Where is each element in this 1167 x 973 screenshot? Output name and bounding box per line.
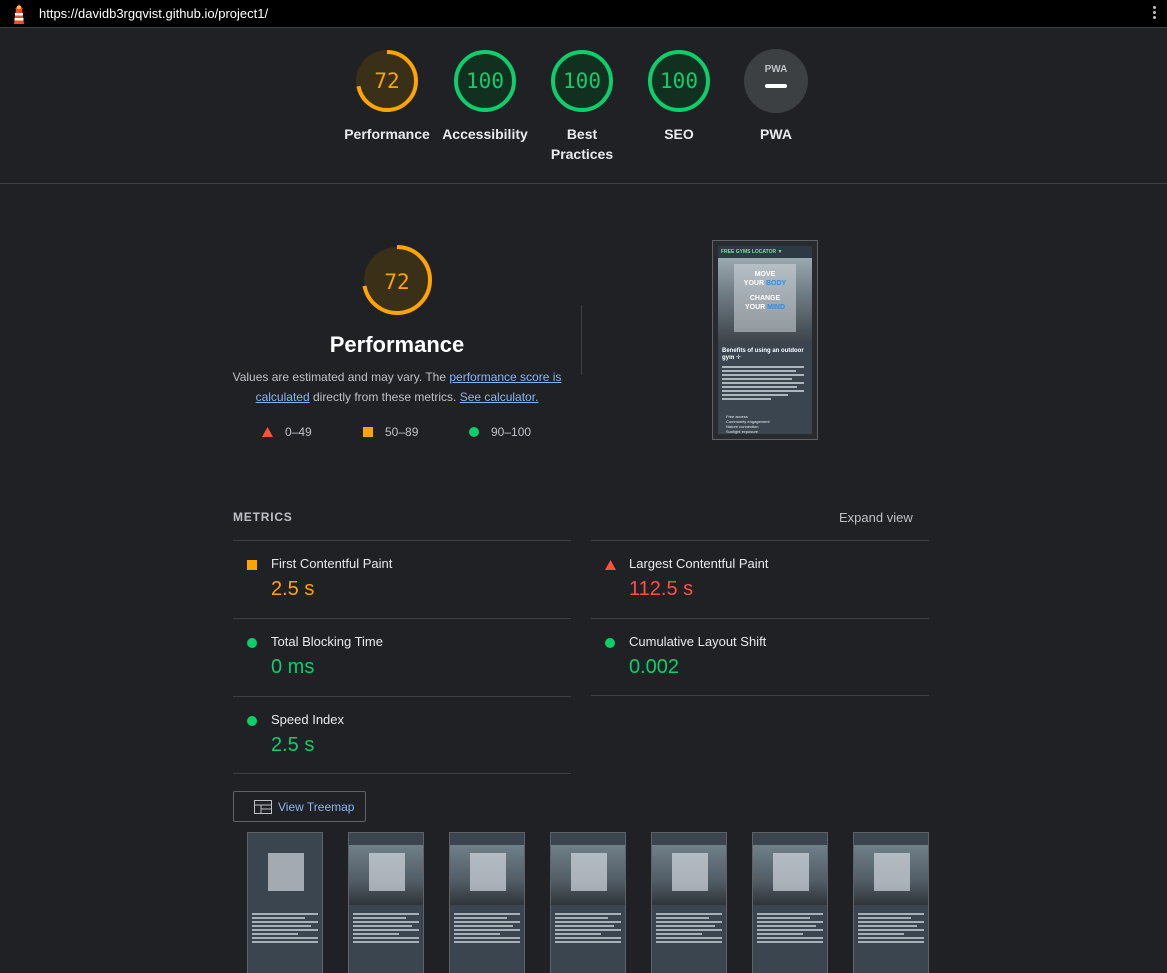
metric-name: Total Blocking Time: [271, 634, 383, 649]
circle-icon: [247, 638, 257, 648]
url-bar: https://davidb3rgqvist.github.io/project…: [0, 0, 1167, 28]
gauge-score: 100: [563, 69, 601, 93]
treemap-icon: [254, 800, 272, 814]
view-treemap-label: View Treemap: [278, 800, 355, 814]
expand-view-toggle[interactable]: Expand view: [839, 510, 913, 525]
more-options-icon[interactable]: [1153, 6, 1157, 22]
screenshot-nav: FREE GYMS LOCATOR ▼: [721, 249, 783, 255]
metric-divider: [233, 773, 571, 774]
circle-icon: [605, 638, 615, 648]
legend-range: 90–100: [491, 425, 532, 439]
gauge-seo[interactable]: 100 SEO: [629, 48, 729, 144]
scores-summary: 72 Performance 100 Accessibility 100 Bes…: [0, 29, 1167, 184]
metric-lcp: Largest Contentful Paint 112.5 s: [591, 540, 929, 618]
legend-average: 50–89: [363, 425, 418, 439]
gauge-label: PWA: [760, 126, 792, 142]
screenshot-heading: Benefits of using an outdoor gym ✛: [722, 348, 804, 361]
gauge-label: Accessibility: [442, 126, 528, 142]
accessibility-gauge-icon: 100: [454, 50, 516, 112]
gauge-score: 100: [466, 69, 504, 93]
metric-name: Cumulative Layout Shift: [629, 634, 767, 649]
metric-cls: Cumulative Layout Shift 0.002: [591, 618, 929, 696]
hero-accent: MIND: [767, 304, 786, 311]
gauge-score: 72: [374, 69, 399, 93]
gauge-label: Performance: [344, 126, 430, 142]
filmstrip-frame: [752, 832, 828, 973]
desc-text: directly from these metrics.: [309, 390, 460, 404]
hero-line: YOUR: [744, 304, 768, 311]
metric-value: 0.002: [629, 656, 680, 678]
metric-divider: [591, 695, 929, 696]
square-icon: [247, 560, 257, 570]
gauge-label: SEO: [664, 126, 694, 142]
legend-fail: 0–49: [262, 425, 312, 439]
lighthouse-logo-icon: [14, 4, 24, 24]
triangle-icon: [262, 427, 273, 437]
screenshot-hero-box: MOVE YOUR BODY CHANGE YOUR MIND: [734, 264, 796, 332]
metric-fcp: First Contentful Paint 2.5 s: [233, 540, 571, 618]
square-icon: [363, 427, 373, 437]
hero-line: CHANGE: [749, 295, 781, 302]
desc-text: Values are estimated and may vary. The: [232, 370, 450, 384]
vertical-divider: [581, 305, 582, 375]
metric-name: First Contentful Paint: [271, 556, 393, 571]
performance-detail-score: 72: [384, 270, 409, 294]
legend-range: 0–49: [285, 425, 312, 439]
metric-value: 0 ms: [271, 656, 315, 678]
see-calculator-link[interactable]: See calculator.: [460, 390, 539, 404]
gauge-accessibility[interactable]: 100 Accessibility: [435, 48, 535, 144]
filmstrip-frame: [853, 832, 929, 973]
screenshot-list: Free access Community engagement Nature …: [726, 414, 770, 434]
metrics-heading: METRICS: [233, 510, 293, 524]
view-treemap-button[interactable]: View Treemap: [233, 791, 366, 822]
gauge-performance[interactable]: 72 Performance: [337, 48, 437, 144]
url-text[interactable]: https://davidb3rgqvist.github.io/project…: [39, 6, 268, 21]
performance-title: Performance: [329, 332, 465, 357]
legend-range: 50–89: [385, 425, 419, 439]
frame-hero-box: [268, 853, 304, 891]
metric-value: 112.5 s: [629, 578, 694, 600]
metric-name: Speed Index: [271, 712, 345, 727]
best-practices-gauge-icon: 100: [551, 50, 613, 112]
filmstrip-frame: [550, 832, 626, 973]
hero-line: YOUR: [743, 280, 766, 287]
metric-si: Speed Index 2.5 s: [233, 696, 571, 774]
filmstrip-frame: [348, 832, 424, 973]
filmstrip-frame: [247, 832, 323, 973]
gauge-score: 100: [660, 69, 698, 93]
performance-gauge-icon: 72: [356, 50, 418, 112]
hero-line: MOVE: [754, 271, 776, 278]
performance-description: Values are estimated and may vary. The p…: [232, 367, 562, 407]
metric-value: 2.5 s: [271, 578, 315, 600]
gauge-pwa[interactable]: PWA PWA: [726, 48, 826, 144]
screenshot-paragraph: [722, 366, 804, 402]
final-screenshot[interactable]: FREE GYMS LOCATOR ▼ MOVE YOUR BODY CHANG…: [712, 240, 818, 440]
hero-accent: BODY: [765, 280, 787, 287]
filmstrip-frame: [651, 832, 727, 973]
circle-icon: [247, 716, 257, 726]
metric-tbt: Total Blocking Time 0 ms: [233, 618, 571, 696]
performance-detail-gauge-icon: 72: [362, 245, 432, 315]
filmstrip-frame: [449, 832, 525, 973]
circle-icon: [469, 427, 479, 437]
gauge-label: Best Practices: [550, 126, 614, 162]
triangle-icon: [605, 560, 616, 570]
gauge-best-practices[interactable]: 100 Best Practices: [532, 48, 632, 164]
metric-name: Largest Contentful Paint: [629, 556, 769, 571]
legend-pass: 90–100: [469, 425, 531, 439]
metric-value: 2.5 s: [271, 734, 315, 756]
seo-gauge-icon: 100: [648, 50, 710, 112]
list-item: Sunlight exposure: [726, 429, 759, 434]
pwa-badge-text: PWA: [765, 64, 788, 75]
pwa-badge-icon: PWA: [744, 49, 808, 113]
